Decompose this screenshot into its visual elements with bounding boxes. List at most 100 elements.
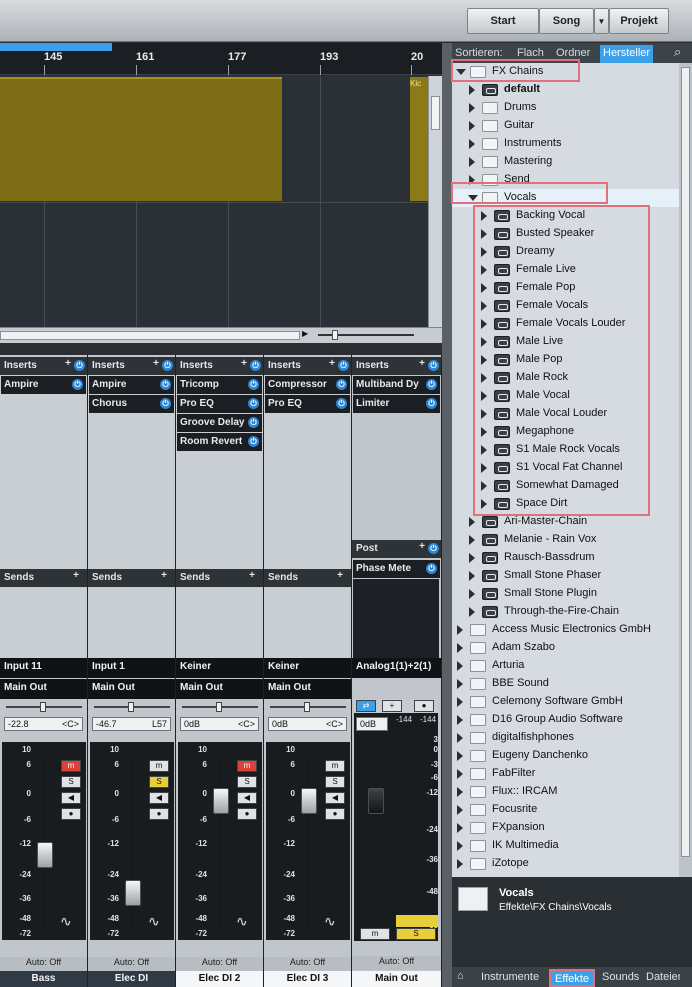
home-icon[interactable]: ⌂ [457, 970, 464, 982]
scroll-right-icon[interactable]: ▶ [302, 329, 308, 338]
horizontal-scrollbar[interactable]: ▶ [0, 327, 442, 343]
tab-sounds[interactable]: Sounds [598, 969, 643, 987]
tree-item[interactable]: iZotope [452, 855, 679, 873]
tree-item[interactable]: Melanie - Rain Vox [452, 531, 679, 549]
volume-fader[interactable] [213, 788, 229, 814]
power-icon[interactable]: ⏻ [336, 398, 347, 409]
automation-mode[interactable]: Auto: Off [264, 957, 351, 971]
tab-instrumente[interactable]: Instrumente [477, 969, 543, 987]
power-icon[interactable]: ⏻ [72, 379, 83, 390]
projekt-button[interactable]: Projekt [609, 8, 669, 34]
insert-slot[interactable]: Multiband Dy ⏻ [353, 376, 440, 394]
pan-value[interactable]: <C> [62, 719, 79, 729]
pan-knob[interactable] [304, 702, 310, 712]
volume-value[interactable]: 0dB [184, 719, 200, 729]
pan-value[interactable]: <C> [326, 719, 343, 729]
insert-slot[interactable]: Compressor ⏻ [265, 376, 350, 394]
timeline-ruler[interactable]: 145 161 177 193 20 [0, 43, 442, 75]
power-icon[interactable]: ⏻ [250, 360, 261, 371]
input-selector[interactable]: Keiner [264, 658, 351, 678]
insert-slot[interactable]: Pro EQ ⏻ [265, 395, 350, 413]
chevron-right-icon[interactable] [457, 643, 463, 653]
chevron-right-icon[interactable] [457, 733, 463, 743]
tree-item[interactable]: Small Stone Plugin [452, 585, 679, 603]
solo-button[interactable]: S [61, 776, 81, 788]
volume-fader[interactable] [301, 788, 317, 814]
inserts-header[interactable]: Inserts + ⏻ [176, 357, 263, 375]
channel-name[interactable]: Bass [0, 971, 87, 987]
power-icon[interactable]: ⏻ [428, 543, 439, 554]
pan-knob[interactable] [40, 702, 46, 712]
chevron-right-icon[interactable] [457, 859, 463, 869]
master-tool-icon[interactable]: + [382, 700, 402, 712]
chevron-right-icon[interactable] [469, 517, 475, 527]
solo-button[interactable]: S [237, 776, 257, 788]
chevron-right-icon[interactable] [457, 697, 463, 707]
inserts-header[interactable]: Inserts + ⏻ [264, 357, 351, 375]
monitor-button[interactable]: ◀ [325, 792, 345, 804]
start-button[interactable]: Start [467, 8, 539, 34]
chevron-right-icon[interactable] [457, 625, 463, 635]
zoom-slider[interactable] [332, 330, 338, 340]
chevron-right-icon[interactable] [469, 553, 475, 563]
volume-value[interactable]: -22.8 [8, 719, 29, 729]
pan-knob[interactable] [216, 702, 222, 712]
tab-dateien[interactable]: Dateien [642, 969, 680, 987]
volume-fader[interactable] [125, 880, 141, 906]
insert-slot[interactable]: Limiter ⏻ [353, 395, 440, 413]
audio-event-kick[interactable]: Kic [410, 77, 428, 201]
power-icon[interactable]: ⏻ [160, 398, 171, 409]
song-button[interactable]: Song [539, 8, 594, 34]
add-insert-icon[interactable]: + [419, 358, 425, 369]
chevron-right-icon[interactable] [457, 841, 463, 851]
sends-header[interactable]: Sends + [264, 569, 351, 587]
chevron-right-icon[interactable] [469, 607, 475, 617]
power-icon[interactable]: ⏻ [74, 360, 85, 371]
power-icon[interactable]: ⏻ [426, 563, 437, 574]
automation-mode[interactable]: Auto: Off [88, 957, 175, 971]
power-icon[interactable]: ⏻ [248, 398, 259, 409]
record-arm-button[interactable]: ● [325, 808, 345, 820]
volume-fader[interactable] [37, 842, 53, 868]
master-name[interactable]: Main Out [352, 971, 441, 987]
pan-value[interactable]: L57 [152, 719, 167, 729]
tree-item[interactable]: Focusrite [452, 801, 679, 819]
chevron-right-icon[interactable] [469, 535, 475, 545]
power-icon[interactable]: ⏻ [336, 379, 347, 390]
record-arm-button[interactable]: ● [149, 808, 169, 820]
master-mute-button[interactable]: m [360, 928, 390, 940]
tree-item[interactable]: FXpansion [452, 819, 679, 837]
chevron-right-icon[interactable] [469, 139, 475, 149]
inserts-header[interactable]: Inserts + ⏻ [88, 357, 175, 375]
power-icon[interactable]: ⏻ [248, 417, 259, 428]
tree-item[interactable]: Through-the-Fire-Chain [452, 603, 679, 621]
song-dropdown-button[interactable]: ▼ [594, 8, 609, 34]
chevron-right-icon[interactable] [469, 121, 475, 131]
sends-header[interactable]: Sends + [88, 569, 175, 587]
tab-effekte[interactable]: Effekte [549, 969, 596, 987]
channel-name[interactable]: Elec DI 3 [264, 971, 351, 987]
channel-name[interactable]: Elec DI [88, 971, 175, 987]
record-arm-button[interactable]: ● [61, 808, 81, 820]
insert-slot[interactable]: Tricomp ⏻ [177, 376, 262, 394]
power-icon[interactable]: ⏻ [248, 379, 259, 390]
master-solo-button[interactable]: S [396, 928, 436, 940]
volume-value[interactable]: 0dB [272, 719, 288, 729]
tree-item[interactable]: Adam Szabo [452, 639, 679, 657]
loop-range[interactable] [0, 43, 112, 51]
tree-item[interactable]: Drums [452, 99, 679, 117]
mute-button[interactable]: m [61, 760, 81, 772]
power-icon[interactable]: ⏻ [160, 379, 171, 390]
pan-knob[interactable] [128, 702, 134, 712]
output-selector[interactable]: Main Out [176, 679, 263, 699]
chevron-right-icon[interactable] [469, 589, 475, 599]
monitor-button[interactable]: ◀ [237, 792, 257, 804]
search-icon[interactable]: ⌕ [674, 44, 681, 60]
power-icon[interactable]: ⏻ [426, 398, 437, 409]
add-post-icon[interactable]: + [419, 541, 425, 552]
chevron-right-icon[interactable] [457, 805, 463, 815]
tree-item[interactable]: Access Music Electronics GmbH [452, 621, 679, 639]
tree-item[interactable]: BBE Sound [452, 675, 679, 693]
input-selector[interactable]: Input 1 [88, 658, 175, 678]
chevron-right-icon[interactable] [469, 85, 475, 95]
